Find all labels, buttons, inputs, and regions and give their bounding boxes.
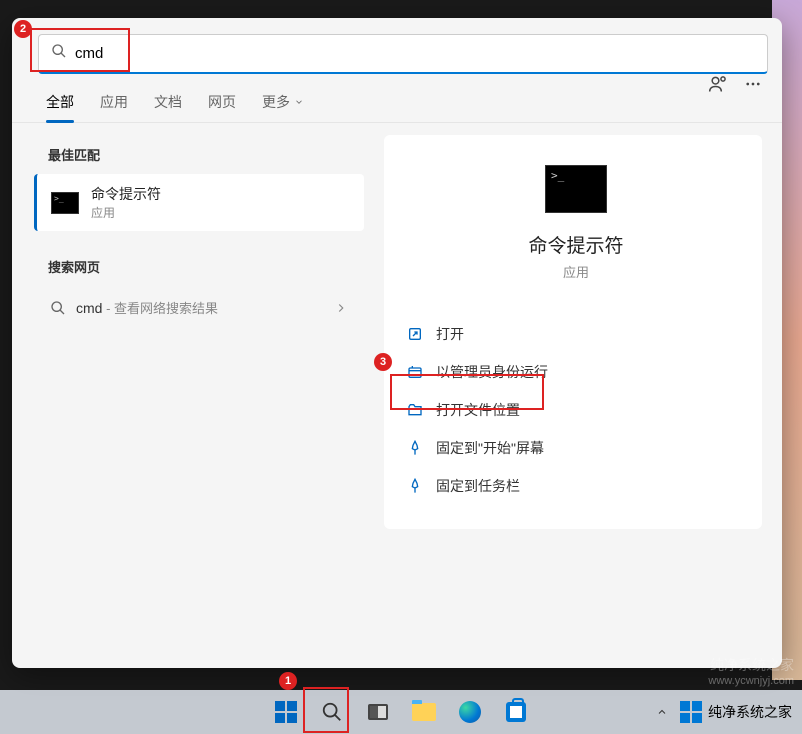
preview-title: 命令提示符 [400,231,752,258]
folder-icon [406,402,424,418]
web-search-header: 搜索网页 [34,247,364,286]
action-open[interactable]: 打开 [400,315,752,353]
search-icon [50,300,66,316]
tab-all[interactable]: 全部 [46,92,74,122]
best-match-result[interactable]: 命令提示符 应用 [34,174,364,231]
cmd-icon [51,192,79,214]
open-icon [406,326,424,342]
action-pin-to-taskbar[interactable]: 固定到任务栏 [400,467,752,505]
tab-web[interactable]: 网页 [208,92,236,122]
best-match-header: 最佳匹配 [34,135,364,174]
pin-icon [406,440,424,456]
tabs-row: 全部 应用 文档 网页 更多 [12,74,782,123]
microsoft-store-button[interactable] [496,692,536,732]
action-run-as-admin[interactable]: 以管理员身份运行 [400,353,752,391]
action-admin-label: 以管理员身份运行 [436,362,548,382]
chevron-down-icon [294,97,304,107]
action-open-file-location[interactable]: 打开文件位置 [400,391,752,429]
more-options-button[interactable] [744,75,762,96]
preview-card: 命令提示符 应用 打开 以管理员身份运行 打开文件位置 [384,135,762,529]
preview-cmd-icon [545,165,607,213]
tray-brand: 纯净系统之家 [680,701,792,723]
edge-browser-button[interactable] [450,692,490,732]
admin-icon [406,364,424,380]
web-query: cmd [76,300,102,316]
action-location-label: 打开文件位置 [436,400,520,420]
taskbar-search-button[interactable] [312,692,352,732]
annotation-badge-1: 1 [279,672,297,690]
pin-icon [406,478,424,494]
search-bar[interactable] [38,34,768,74]
search-icon [51,43,67,64]
action-pin-taskbar-label: 固定到任务栏 [436,476,520,496]
action-pin-to-start[interactable]: 固定到"开始"屏幕 [400,429,752,467]
tab-apps[interactable]: 应用 [100,92,128,122]
taskbar: 纯净系统之家 [0,690,802,734]
result-sub: 应用 [91,204,161,221]
profile-button[interactable] [708,74,728,97]
start-button[interactable] [266,692,306,732]
chevron-right-icon [334,301,348,315]
search-panel: 全部 应用 文档 网页 更多 最佳匹配 命令提示符 应用 [12,18,782,668]
search-input[interactable] [75,45,755,62]
action-open-label: 打开 [436,324,464,344]
preview-sub: 应用 [400,262,752,281]
system-tray: 纯净系统之家 [656,701,792,723]
web-sub: - 查看网络搜索结果 [102,301,218,316]
preview-pane: 命令提示符 应用 打开 以管理员身份运行 打开文件位置 [372,123,782,668]
web-search-item[interactable]: cmd - 查看网络搜索结果 [34,286,364,330]
chevron-up-icon[interactable] [656,706,668,718]
results-left-pane: 最佳匹配 命令提示符 应用 搜索网页 cmd - 查看网络搜索结果 [12,123,372,668]
task-view-button[interactable] [358,692,398,732]
file-explorer-button[interactable] [404,692,444,732]
tab-more-label: 更多 [262,92,290,112]
tab-documents[interactable]: 文档 [154,92,182,122]
tab-more[interactable]: 更多 [262,92,304,122]
action-pin-start-label: 固定到"开始"屏幕 [436,438,544,458]
result-name: 命令提示符 [91,184,161,204]
